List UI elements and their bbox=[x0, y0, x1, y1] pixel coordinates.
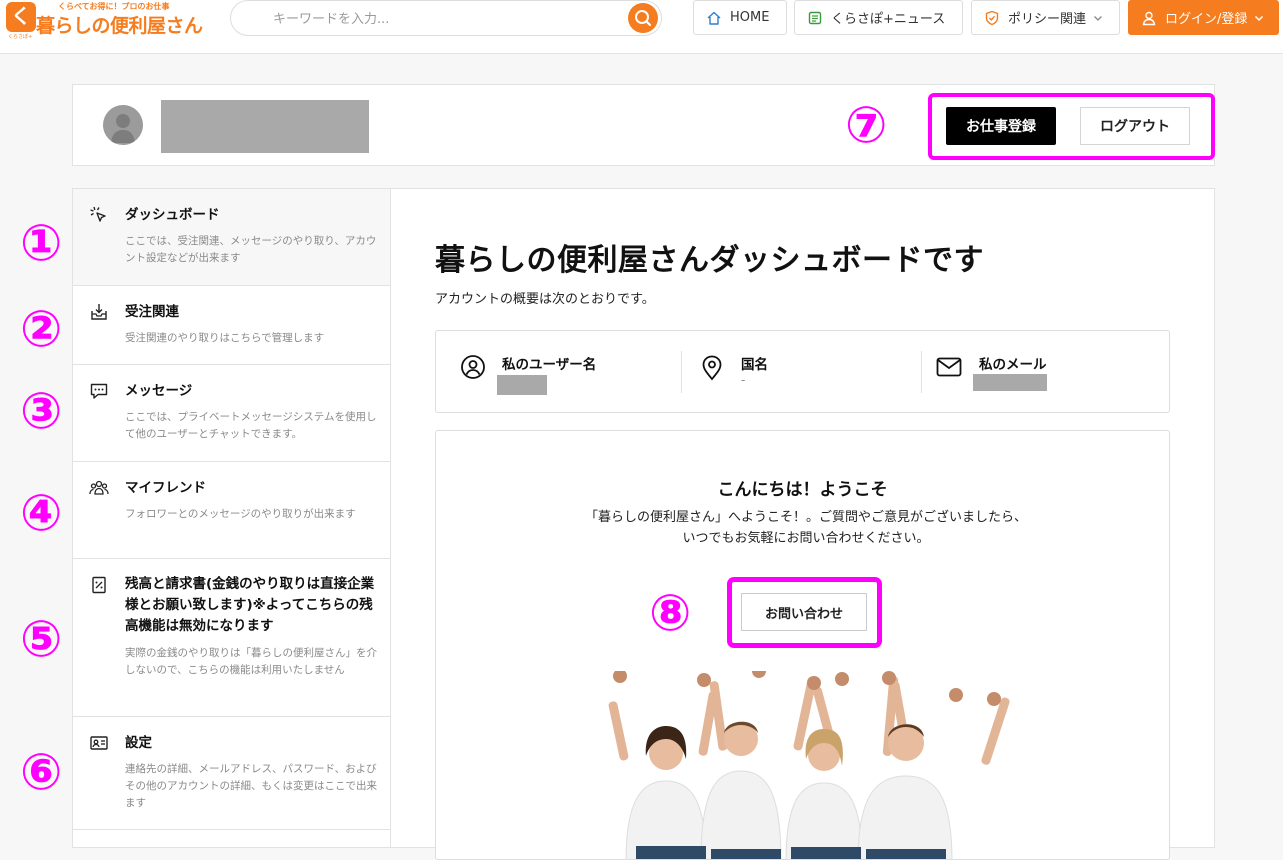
redacted-email-value bbox=[973, 374, 1047, 391]
job-register-button[interactable]: お仕事登録 bbox=[946, 107, 1056, 145]
nav-home-button[interactable]: HOME bbox=[693, 0, 787, 35]
welcome-card: こんにちは！ようこそ 「暮らしの便利屋さん」へようこそ！。ご質問やご意見がござい… bbox=[435, 430, 1170, 860]
nav-login-dropdown[interactable]: ログイン/登録 bbox=[1128, 0, 1279, 35]
cheering-people-image bbox=[608, 671, 1010, 859]
user-icon bbox=[1142, 11, 1156, 25]
annotation-number-2: ② bbox=[20, 300, 63, 358]
user-circle-icon bbox=[461, 355, 485, 379]
sidebar-item-title: 受注関連 bbox=[125, 304, 179, 320]
welcome-title: こんにちは！ようこそ bbox=[717, 480, 888, 500]
divider bbox=[681, 351, 682, 393]
sidebar-item-title: 残高と請求書(金銭のやり取りは直接企業様とお願い致します)※よってこちらの残高機… bbox=[125, 576, 375, 634]
search-input[interactable] bbox=[271, 8, 615, 30]
cursor-click-icon bbox=[90, 206, 106, 222]
logo-name: 暮らしの便利屋さん bbox=[36, 15, 203, 37]
sidebar-item-balance[interactable]: 残高と請求書(金銭のやり取りは直接企業様とお願い致します)※よってこちらの残高機… bbox=[73, 559, 390, 717]
nav-policy-label: ポリシー関連 bbox=[1008, 12, 1087, 27]
nav-policy-dropdown[interactable]: ポリシー関連 bbox=[971, 0, 1120, 35]
nav-login-label: ログイン/登録 bbox=[1165, 12, 1248, 27]
chat-bubble-icon bbox=[90, 383, 108, 399]
sidebar-item-dashboard[interactable]: ダッシュボード ここでは、受注関連、メッセージのやり取り、アカウント設定などが出… bbox=[73, 189, 390, 286]
annotation-number-8: ⑧ bbox=[649, 584, 692, 642]
divider bbox=[921, 351, 922, 393]
sidebar-item-desc: ここでは、プライベートメッセージシステムを使用して他のユーザーとチャットできます… bbox=[125, 411, 377, 440]
profile-bar: ⑦ お仕事登録 ログアウト bbox=[72, 84, 1215, 166]
nav-news-button[interactable]: くらさぽ+ニュース bbox=[794, 0, 963, 35]
sidebar-item-friends[interactable]: マイフレンド フォロワーとのメッセージのやり取りが出来ます bbox=[73, 462, 390, 559]
avatar[interactable] bbox=[103, 105, 143, 145]
country-label: 国名 bbox=[741, 357, 768, 373]
email-label: 私のメール bbox=[979, 357, 1047, 373]
avatar-placeholder-icon bbox=[111, 114, 135, 143]
sidebar-item-desc: 受注関連のやり取りはこちらで管理します bbox=[125, 332, 325, 344]
top-bar: く くらべてお得に！プロのお仕事 暮らしの便利屋さん くらさぽ+ HOME くら… bbox=[0, 0, 1283, 54]
nav-news-label: くらさぽ+ニュース bbox=[831, 12, 946, 27]
invoice-icon bbox=[92, 576, 106, 594]
annotation-number-4: ④ bbox=[20, 484, 63, 542]
contact-button[interactable]: お問い合わせ bbox=[741, 593, 867, 631]
sidebar-item-desc: 実際の金銭のやり取りは「暮らしの便利屋さん」を介しないので、こちらの機能は利用い… bbox=[125, 647, 377, 676]
annotation-number-1: ① bbox=[20, 214, 63, 272]
search-button[interactable] bbox=[628, 3, 658, 33]
sidebar-item-orders[interactable]: 受注関連 受注関連のやり取りはこちらで管理します bbox=[73, 286, 390, 365]
sidebar-item-title: 設定 bbox=[125, 735, 152, 751]
group-icon bbox=[89, 480, 109, 495]
sidebar-item-title: ダッシュボード bbox=[125, 207, 220, 223]
mail-icon bbox=[936, 357, 962, 377]
chevron-down-icon bbox=[1094, 15, 1102, 21]
annotation-number-5: ⑤ bbox=[20, 610, 63, 668]
country-value: - bbox=[741, 373, 746, 387]
sidebar-item-messages[interactable]: メッセージ ここでは、プライベートメッセージシステムを使用して他のユーザーとチャ… bbox=[73, 365, 390, 462]
annotation-number-6: ⑥ bbox=[20, 743, 63, 801]
annotation-number-7: ⑦ bbox=[845, 96, 888, 154]
home-icon bbox=[707, 11, 721, 25]
sidebar-item-desc: 連絡先の詳細、メールアドレス、パスワード、およびその他のアカウントの詳細、もくは… bbox=[125, 763, 377, 809]
newspaper-icon bbox=[808, 11, 822, 24]
shield-check-icon bbox=[985, 10, 999, 25]
page-subtitle: アカウントの概要は次のとおりです。 bbox=[435, 292, 655, 307]
sidebar-item-desc: ここでは、受注関連、メッセージのやり取り、アカウント設定などが出来ます bbox=[125, 235, 377, 264]
logo-mark-icon: く bbox=[6, 2, 36, 32]
sidebar-item-title: マイフレンド bbox=[125, 480, 206, 496]
search-bar bbox=[230, 0, 662, 36]
logo-small-text: くらさぽ+ bbox=[8, 34, 33, 40]
sidebar-item-title: メッセージ bbox=[125, 383, 193, 399]
sidebar-item-desc: フォロワーとのメッセージのやり取りが出来ます bbox=[125, 508, 356, 520]
nav-home-label: HOME bbox=[730, 10, 770, 25]
redacted-username bbox=[161, 100, 369, 153]
site-logo[interactable]: く くらべてお得に！プロのお仕事 暮らしの便利屋さん くらさぽ+ bbox=[6, 2, 203, 40]
inbox-download-icon bbox=[91, 304, 107, 320]
logout-button[interactable]: ログアウト bbox=[1080, 107, 1190, 145]
sidebar: ダッシュボード ここでは、受注関連、メッセージのやり取り、アカウント設定などが出… bbox=[72, 188, 391, 848]
location-pin-icon bbox=[702, 355, 722, 381]
redacted-username-value bbox=[497, 375, 547, 395]
account-summary: 私のユーザー名 国名 - 私のメール bbox=[435, 330, 1170, 413]
welcome-text: 「暮らしの便利屋さん」へようこそ！。ご質問やご意見がございましたら、いつでもお気… bbox=[584, 510, 1027, 546]
page-title: 暮らしの便利屋さんダッシュボードです bbox=[435, 243, 984, 278]
search-icon bbox=[635, 10, 652, 27]
sidebar-item-settings[interactable]: 設定 連絡先の詳細、メールアドレス、パスワード、およびその他のアカウントの詳細、… bbox=[73, 717, 390, 830]
id-card-icon bbox=[90, 736, 108, 750]
annotation-number-3: ③ bbox=[20, 382, 63, 440]
main-content: 暮らしの便利屋さんダッシュボードです アカウントの概要は次のとおりです。 私のユ… bbox=[390, 188, 1215, 860]
username-label: 私のユーザー名 bbox=[502, 357, 597, 373]
chevron-down-icon bbox=[1255, 15, 1264, 21]
